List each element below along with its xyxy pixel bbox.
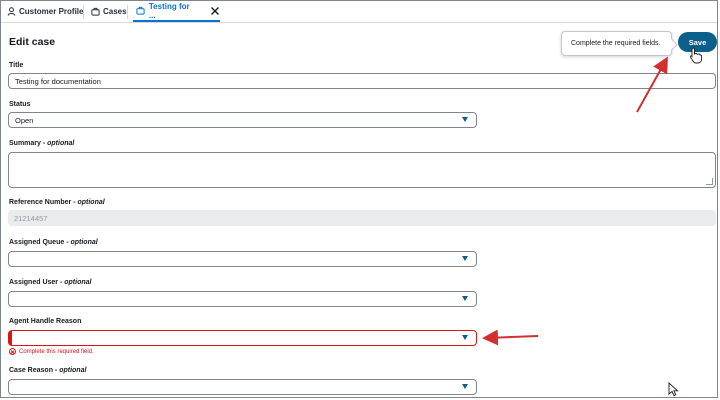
title-label: Title	[9, 62, 24, 69]
case-reason-label: Case Reason - optional	[9, 367, 87, 374]
tab-label: Testing for ...	[148, 1, 190, 20]
caret-down-icon	[462, 384, 468, 389]
title-value: Testing for documentation	[15, 76, 101, 86]
assigned-user-select[interactable]	[8, 291, 477, 307]
caret-down-icon	[462, 117, 468, 122]
tab-divider	[83, 5, 84, 19]
status-select[interactable]: Open	[8, 112, 477, 128]
tab-customer-profile[interactable]: Customer Profile	[6, 1, 83, 22]
status-value: Open	[15, 115, 34, 125]
agent-handle-reason-label: Agent Handle Reason	[9, 318, 82, 325]
caret-down-icon	[462, 335, 468, 340]
assigned-queue-select[interactable]	[8, 251, 477, 267]
resize-handle-icon[interactable]	[706, 178, 713, 185]
required-fields-tooltip: Complete the required fields.	[561, 31, 672, 56]
page-title: Edit case	[9, 36, 56, 48]
briefcase-icon	[136, 6, 146, 16]
tab-bar: Customer Profile Cases Testing for ...	[1, 1, 717, 23]
assigned-user-label: Assigned User - optional	[9, 279, 92, 286]
summary-textarea[interactable]	[8, 152, 716, 188]
briefcase-icon	[90, 7, 100, 17]
reference-number-value: 21214457	[14, 213, 48, 223]
tab-testing-for[interactable]: Testing for ...	[133, 1, 220, 22]
reference-number-input: 21214457	[8, 210, 716, 226]
status-label: Status	[9, 101, 31, 108]
person-icon	[6, 7, 16, 17]
caret-down-icon	[462, 256, 468, 261]
reference-number-label: Reference Number - optional	[9, 199, 105, 206]
title-input[interactable]: Testing for documentation	[8, 73, 716, 89]
tab-cases[interactable]: Cases	[90, 1, 127, 22]
tab-divider	[127, 5, 128, 19]
case-reason-select[interactable]	[8, 379, 477, 395]
error-icon	[9, 348, 16, 355]
summary-label: Summary - optional	[9, 140, 75, 147]
tab-label: Customer Profile	[19, 7, 84, 16]
agent-handle-reason-select[interactable]	[8, 330, 477, 346]
caret-down-icon	[462, 296, 468, 301]
assigned-queue-label: Assigned Queue - optional	[9, 239, 98, 246]
save-button[interactable]: Save	[679, 33, 716, 51]
tab-label: Cases	[103, 7, 127, 16]
close-icon[interactable]	[210, 6, 220, 16]
agent-handle-reason-error: Complete this required field.	[9, 348, 94, 355]
